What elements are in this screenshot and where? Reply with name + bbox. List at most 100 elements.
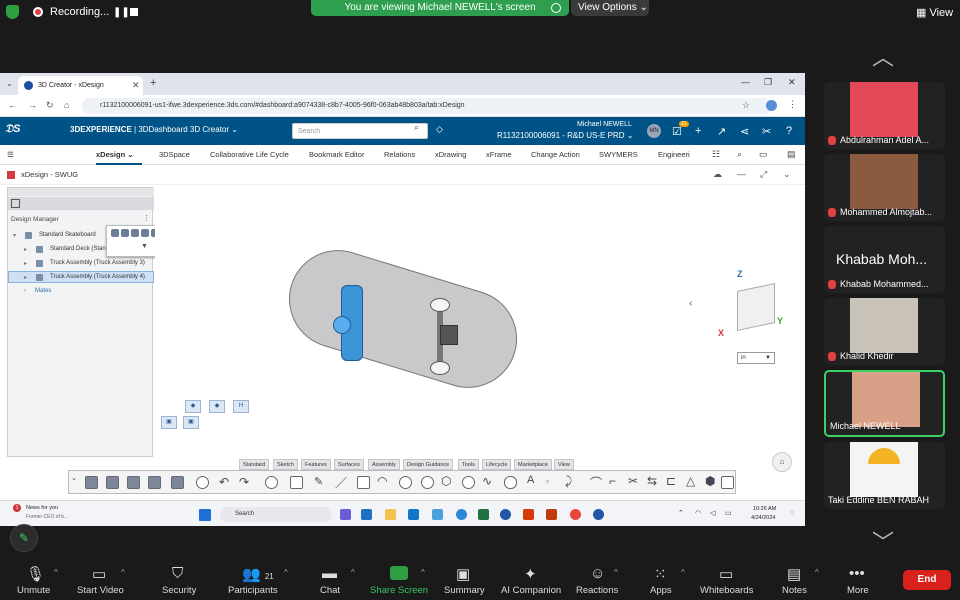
notes-caret-icon[interactable]: ^ bbox=[815, 568, 819, 577]
reactions-caret-icon[interactable]: ^ bbox=[614, 568, 618, 577]
snap-tool-icon[interactable]: ◆ bbox=[209, 400, 225, 413]
news-widget-title[interactable]: News for you bbox=[26, 505, 58, 511]
credentials-selector[interactable]: R1132100006091 - R&D US-E PRD ⌄ bbox=[497, 131, 633, 140]
mirror-icon[interactable]: ⇆ bbox=[647, 474, 657, 488]
search-app-icon[interactable]: ⌕ bbox=[737, 149, 742, 160]
wifi-icon[interactable]: ◠ bbox=[695, 509, 701, 517]
start-video-button[interactable]: ▭ Start Video bbox=[74, 558, 130, 600]
sketch-tool-icon[interactable] bbox=[106, 476, 119, 489]
apps-caret-icon[interactable]: ^ bbox=[681, 568, 685, 577]
forward-icon[interactable]: → bbox=[28, 100, 37, 110]
line-icon[interactable]: ／ bbox=[335, 474, 347, 491]
spline-icon[interactable]: ∿ bbox=[482, 474, 492, 488]
participants-caret-icon[interactable]: ^ bbox=[284, 568, 288, 577]
layout-icon[interactable]: ▭ bbox=[759, 149, 768, 160]
help-icon[interactable] bbox=[265, 476, 278, 489]
home-icon[interactable]: ⌂ bbox=[64, 100, 69, 110]
new-tab-icon[interactable]: + bbox=[150, 77, 156, 89]
redo-icon[interactable]: ↷ bbox=[239, 475, 249, 489]
truck-baseplate[interactable] bbox=[440, 325, 458, 345]
tab-swymers[interactable]: SWYMERS bbox=[599, 150, 638, 159]
meeting-icon[interactable] bbox=[593, 509, 604, 520]
tab-3dspace[interactable]: 3DSpace bbox=[159, 150, 190, 159]
chevron-up-icon[interactable]: ︿ bbox=[872, 40, 894, 72]
chrome-icon[interactable] bbox=[570, 509, 581, 520]
reload-icon[interactable]: ↻ bbox=[46, 100, 54, 111]
skype-icon[interactable] bbox=[456, 509, 467, 520]
search-icon[interactable]: ⌕ bbox=[414, 122, 419, 133]
summary-button[interactable]: ▣ Summary bbox=[442, 558, 488, 600]
panel-menu-icon[interactable]: ⋮ bbox=[143, 214, 150, 222]
windows-start-icon[interactable] bbox=[199, 509, 211, 521]
minimize-panel-icon[interactable]: — bbox=[737, 169, 746, 179]
expand-arrow-icon[interactable]: › bbox=[24, 288, 26, 294]
tab-change-action[interactable]: Change Action bbox=[531, 150, 580, 159]
tree-item-deck[interactable]: Standard Deck (Stan bbox=[50, 246, 106, 252]
snap-tool-icon[interactable]: ▣ bbox=[161, 416, 177, 429]
sketch-plane-icon[interactable] bbox=[290, 476, 303, 489]
hard-hat-icon[interactable]: ⌂ bbox=[772, 452, 792, 472]
clock-date[interactable]: 4/24/2024 bbox=[751, 515, 775, 521]
minimize-icon[interactable]: — bbox=[741, 77, 750, 87]
slot-icon[interactable] bbox=[504, 476, 517, 489]
unit-select[interactable]: in ▼ bbox=[737, 352, 775, 364]
close-window-icon[interactable]: ✕ bbox=[788, 77, 796, 88]
ribbon-collapse-icon[interactable]: ⌄ bbox=[71, 474, 77, 482]
rectangle-icon[interactable] bbox=[357, 476, 370, 489]
settings-gear-icon[interactable] bbox=[196, 476, 209, 489]
pattern-icon[interactable]: ⊏ bbox=[666, 474, 676, 488]
platform-brand[interactable]: 3DEXPERIENCE | 3DDashboard 3D Creator ⌄ bbox=[70, 125, 238, 134]
context-tool-icon[interactable] bbox=[141, 229, 149, 237]
cloud-icon[interactable]: ☁ bbox=[713, 169, 722, 180]
hamburger-menu-icon[interactable]: ☰ bbox=[7, 150, 14, 159]
photos-icon[interactable] bbox=[432, 509, 443, 520]
tab-xframe[interactable]: xFrame bbox=[486, 150, 511, 159]
pause-recording-icon[interactable]: ❚❚ bbox=[113, 7, 130, 18]
participant-tile-active-speaker[interactable]: Michael NEWELL bbox=[824, 370, 945, 437]
notifications-bell-icon[interactable]: ♢ bbox=[789, 509, 795, 517]
ellipse-icon[interactable] bbox=[421, 476, 434, 489]
collapse-icon[interactable]: ⌄ bbox=[783, 169, 791, 180]
point-icon[interactable]: ▫ bbox=[546, 477, 549, 486]
cube-icon[interactable]: ⬢ bbox=[705, 474, 715, 488]
snap-tool-icon[interactable]: ▣ bbox=[183, 416, 199, 429]
exit-sketch-icon[interactable] bbox=[721, 476, 734, 489]
chevron-down-icon[interactable]: ﹀ bbox=[872, 525, 894, 557]
context-tool-icon[interactable] bbox=[121, 229, 129, 237]
skateboard-deck-model[interactable] bbox=[276, 237, 530, 401]
chamfer-icon[interactable]: ⌐ bbox=[609, 474, 616, 488]
tools-icon[interactable]: ✂ bbox=[762, 125, 771, 138]
point-circle-icon[interactable] bbox=[462, 476, 475, 489]
new-sketch-icon[interactable] bbox=[85, 476, 98, 489]
more-button[interactable]: ••• More bbox=[843, 558, 873, 600]
zoom-icon[interactable] bbox=[500, 509, 511, 520]
encryption-shield-icon[interactable] bbox=[6, 5, 19, 19]
sketch-tool-icon[interactable] bbox=[171, 476, 184, 489]
tray-chevron-up-icon[interactable]: ⌃ bbox=[678, 509, 684, 517]
wheel-top[interactable] bbox=[430, 298, 450, 312]
apps-button[interactable]: ⁙ Apps bbox=[647, 558, 677, 600]
tab-xdrawing[interactable]: xDrawing bbox=[435, 150, 466, 159]
ribbon-tab-lifecycle[interactable]: Lifecycle bbox=[482, 459, 512, 470]
fullscreen-icon[interactable]: ⤢ bbox=[760, 169, 767, 180]
unmute-button[interactable]: 🎙 Unmute bbox=[14, 558, 56, 600]
arc-icon[interactable]: ◠ bbox=[377, 474, 387, 488]
bookmark-star-icon[interactable]: ☆ bbox=[742, 100, 750, 111]
participant-tile[interactable]: Abdulrahman Adel A... bbox=[824, 82, 945, 149]
context-tool-icon[interactable] bbox=[111, 229, 119, 237]
whiteboards-button[interactable]: ▭ Whiteboards bbox=[699, 558, 757, 600]
tab-xdesign[interactable]: xDesign ⌄ bbox=[96, 150, 134, 159]
notes-button[interactable]: ▤ Notes bbox=[780, 558, 810, 600]
polygon-icon[interactable]: ⬡ bbox=[441, 474, 451, 488]
end-meeting-button[interactable]: End bbox=[903, 570, 951, 590]
security-button[interactable]: ⛉ Security bbox=[158, 558, 202, 600]
store-icon[interactable] bbox=[408, 509, 419, 520]
expand-toolbar-icon[interactable]: ▼ bbox=[141, 243, 148, 250]
solidworks-icon[interactable] bbox=[523, 509, 534, 520]
tree-view-icon[interactable] bbox=[11, 199, 20, 208]
expand-arrow-icon[interactable]: ▸ bbox=[24, 246, 27, 253]
text-icon[interactable]: A bbox=[527, 474, 534, 486]
outlook-icon[interactable] bbox=[361, 509, 372, 520]
view-cube[interactable] bbox=[737, 282, 775, 332]
tree-item-mates[interactable]: Mates bbox=[35, 288, 51, 294]
